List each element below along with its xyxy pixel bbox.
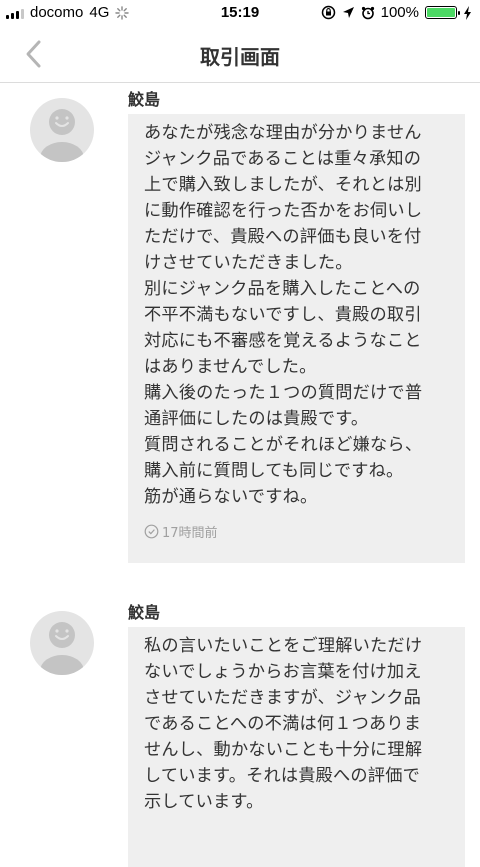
avatar[interactable] <box>30 611 94 675</box>
clock-icon <box>144 524 159 539</box>
sender-name: 鮫島 <box>128 90 161 109</box>
message-bubble: 私の言いたいことをご理解いただけ ないでしょうからお言葉を付け加え させていただ… <box>128 627 465 867</box>
message-text: あなたが残念な理由が分かりません ジャンク品であることは重々承知の 上で購入致し… <box>144 123 423 507</box>
timestamp-text: 17時間前 <box>162 526 218 541</box>
battery-percent: 100% <box>380 4 419 21</box>
status-bar: docomo 4G 15:19 100% <box>0 0 480 26</box>
battery-icon <box>425 6 460 19</box>
message-text: 私の言いたいことをご理解いただけ ないでしょうからお言葉を付け加え させていただ… <box>144 636 423 812</box>
navigation-bar: 取引画面 <box>0 26 480 83</box>
rotation-lock-icon <box>321 5 335 20</box>
avatar[interactable] <box>30 98 94 162</box>
status-right: 100% <box>321 4 472 21</box>
message-bubble: あなたが残念な理由が分かりません ジャンク品であることは重々承知の 上で購入致し… <box>128 114 465 563</box>
page-title: 取引画面 <box>200 45 280 69</box>
default-user-avatar-icon <box>40 622 84 675</box>
alarm-clock-icon <box>361 6 374 19</box>
default-user-avatar-icon <box>40 109 84 162</box>
location-arrow-icon <box>342 7 354 18</box>
charging-bolt-icon <box>464 5 471 20</box>
message-timestamp: 17時間前 <box>144 522 453 541</box>
sender-name: 鮫島 <box>128 603 161 622</box>
